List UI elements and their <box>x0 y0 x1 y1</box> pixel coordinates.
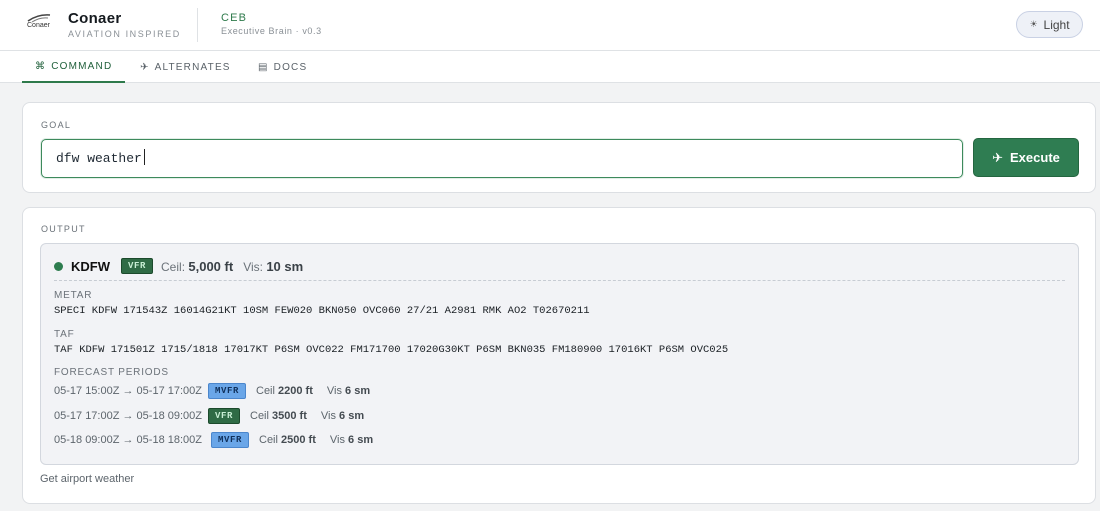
period-visibility-label: Vis <box>320 410 336 422</box>
divider <box>54 280 1065 281</box>
header-divider <box>197 8 198 42</box>
tab-command-label: COMMAND <box>51 60 113 72</box>
period-visibility-label: Vis <box>329 434 345 446</box>
output-section-label: OUTPUT <box>41 224 86 234</box>
text-caret <box>144 149 145 165</box>
period-ceiling-value: 2200 ft <box>278 385 313 397</box>
visibility-value: 10 sm <box>266 258 304 274</box>
execute-button-label: Execute <box>1010 150 1060 165</box>
period-visibility: Vis 6 sm <box>330 434 373 446</box>
tab-docs[interactable]: ▤ DOCS <box>258 51 307 83</box>
taf-text: TAF KDFW 171501Z 1715/1818 17017KT P6SM … <box>54 344 729 356</box>
period-category-badge: VFR <box>207 408 240 424</box>
period-visibility-value: 6 sm <box>348 434 374 446</box>
app-subtitle: Executive Brain · v0.3 <box>221 26 322 36</box>
forecast-period-row: 05-17 17:00Z → 05-18 09:00Z VFR Ceil 350… <box>54 407 364 425</box>
tab-bar: ⌘ COMMAND ✈ ALTERNATES ▤ DOCS <box>0 51 1100 83</box>
period-ceiling-value: 3500 ft <box>272 410 307 422</box>
status-dot-icon <box>54 261 63 271</box>
visibility-label: Vis: <box>243 259 263 274</box>
goal-section-label: GOAL <box>41 120 72 130</box>
forecast-period-row: 05-17 15:00Z → 05-17 17:00Z MVFR Ceil 22… <box>54 382 370 400</box>
period-ceiling-label: Ceil <box>259 434 278 446</box>
period-ceiling: Ceil 2200 ft <box>256 385 313 397</box>
period-ceiling-label: Ceil <box>250 410 269 422</box>
flight-category-badge: VFR <box>121 258 154 274</box>
taf-label: TAF <box>54 329 75 340</box>
period-category-badge: MVFR <box>210 432 249 448</box>
logo-wordmark: Conaer <box>27 22 50 29</box>
tab-alternates[interactable]: ✈ ALTERNATES <box>140 51 231 83</box>
goal-input[interactable] <box>41 139 963 178</box>
command-description: Get airport weather <box>40 473 135 485</box>
station-id: KDFW <box>71 258 110 274</box>
visibility-readout: Vis: 10 sm <box>243 259 303 274</box>
ceiling-readout: Ceil: 5,000 ft <box>161 259 233 274</box>
period-ceiling-label: Ceil <box>256 385 275 397</box>
period-range: 05-18 09:00Z → 05-18 18:00Z <box>54 434 202 446</box>
plane-icon: ✈ <box>140 61 150 73</box>
document-icon: ▤ <box>258 61 269 73</box>
period-range: 05-17 15:00Z → 05-17 17:00Z <box>54 385 202 397</box>
forecast-period-row: 05-18 09:00Z → 05-18 18:00Z MVFR Ceil 25… <box>54 431 373 449</box>
theme-toggle-label: Light <box>1043 17 1070 32</box>
brand-name: Conaer <box>68 10 122 27</box>
metar-label: METAR <box>54 290 93 301</box>
period-ceiling: Ceil 2500 ft <box>259 434 316 446</box>
command-icon: ⌘ <box>35 60 47 72</box>
output-panel: OUTPUT KDFW VFR Ceil: 5,000 ft Vis: 10 s… <box>22 207 1096 504</box>
sun-icon: ☀ <box>1029 19 1038 29</box>
theme-toggle-button[interactable]: ☀ Light <box>1016 11 1083 38</box>
ceiling-value: 5,000 ft <box>188 258 234 274</box>
period-ceiling-value: 2500 ft <box>281 434 316 446</box>
station-summary: KDFW VFR Ceil: 5,000 ft Vis: 10 sm <box>54 257 303 275</box>
execute-button[interactable]: ✈ Execute <box>973 138 1079 177</box>
plane-icon: ✈ <box>992 149 1004 165</box>
tab-command[interactable]: ⌘ COMMAND <box>22 51 126 83</box>
goal-panel: GOAL ✈ Execute <box>22 102 1096 193</box>
brand-tagline: AVIATION INSPIRED <box>68 29 181 39</box>
period-visibility: Vis 6 sm <box>327 385 370 397</box>
forecast-periods-label: FORECAST PERIODS <box>54 367 169 378</box>
period-visibility-value: 6 sm <box>345 385 371 397</box>
ceiling-label: Ceil: <box>161 259 186 274</box>
app-header: Conaer Conaer AVIATION INSPIRED CEB Exec… <box>0 0 1100 51</box>
period-category-badge: MVFR <box>207 383 246 399</box>
tab-alternates-label: ALTERNATES <box>154 61 231 73</box>
tab-docs-label: DOCS <box>273 61 308 73</box>
metar-text: SPECI KDFW 171543Z 16014G21KT 10SM FEW02… <box>54 305 590 317</box>
period-visibility-label: Vis <box>326 385 342 397</box>
period-range: 05-17 17:00Z → 05-18 09:00Z <box>54 410 202 422</box>
app-code: CEB <box>221 12 248 24</box>
period-visibility-value: 6 sm <box>339 410 365 422</box>
weather-result: KDFW VFR Ceil: 5,000 ft Vis: 10 sm METAR… <box>40 243 1079 465</box>
period-visibility: Vis 6 sm <box>321 410 364 422</box>
period-ceiling: Ceil 3500 ft <box>250 410 307 422</box>
